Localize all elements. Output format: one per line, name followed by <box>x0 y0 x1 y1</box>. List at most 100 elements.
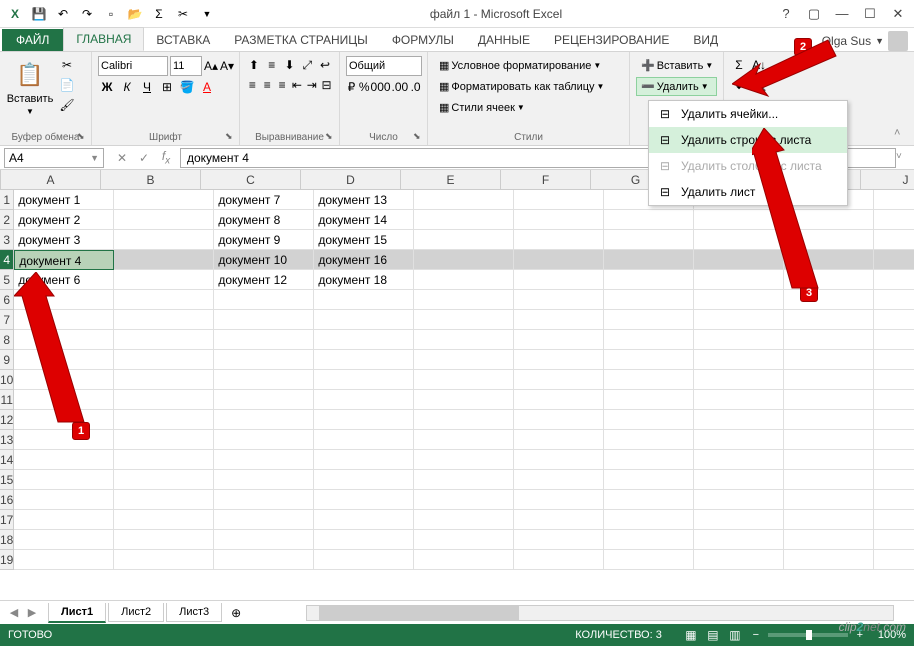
cell[interactable] <box>874 510 914 530</box>
merge-icon[interactable]: ⊟ <box>320 76 333 94</box>
cell[interactable] <box>514 350 604 370</box>
cell[interactable] <box>314 530 414 550</box>
cell[interactable] <box>214 430 314 450</box>
cell[interactable] <box>414 190 514 210</box>
sheet-tab[interactable]: Лист2 <box>108 603 164 622</box>
decrease-indent-icon[interactable]: ⇤ <box>290 76 303 94</box>
cell[interactable] <box>114 290 214 310</box>
cell[interactable]: документ 1 <box>14 190 114 210</box>
row-header[interactable]: 7 <box>0 310 14 330</box>
cells-area[interactable]: документ 1документ 7документ 13документ … <box>14 190 914 570</box>
cell[interactable] <box>14 450 114 470</box>
redo-icon[interactable]: ↷ <box>76 3 98 25</box>
column-header[interactable]: C <box>201 170 301 189</box>
cell[interactable] <box>874 430 914 450</box>
tab-formulas[interactable]: ФОРМУЛЫ <box>380 29 466 51</box>
cell[interactable] <box>414 410 514 430</box>
close-icon[interactable]: ✕ <box>886 4 910 24</box>
sum-icon[interactable]: Σ <box>148 3 170 25</box>
delete-cells-item[interactable]: ⊟ Удалить ячейки... <box>649 101 847 127</box>
cell[interactable] <box>604 310 694 330</box>
cell[interactable] <box>314 290 414 310</box>
column-header[interactable]: J <box>861 170 914 189</box>
row-header[interactable]: 14 <box>0 450 14 470</box>
cell[interactable] <box>114 410 214 430</box>
cell[interactable] <box>214 550 314 570</box>
name-box[interactable]: A4 ▼ <box>4 148 104 168</box>
autosum-icon[interactable]: Σ <box>730 56 748 74</box>
cell[interactable] <box>514 290 604 310</box>
cell[interactable] <box>604 410 694 430</box>
cell[interactable] <box>604 270 694 290</box>
cell[interactable] <box>604 370 694 390</box>
decrease-font-icon[interactable]: A▾ <box>220 57 234 75</box>
cell[interactable] <box>784 410 874 430</box>
tab-home[interactable]: ГЛАВНАЯ <box>63 27 144 51</box>
cell[interactable] <box>214 470 314 490</box>
cell[interactable] <box>874 410 914 430</box>
cell[interactable] <box>114 250 214 270</box>
copy-icon[interactable]: 📄 <box>58 76 76 94</box>
row-header[interactable]: 9 <box>0 350 14 370</box>
undo-icon[interactable]: ↶ <box>52 3 74 25</box>
cell[interactable] <box>514 510 604 530</box>
cell[interactable] <box>414 270 514 290</box>
dialog-launcher-icon[interactable]: ⬊ <box>77 131 89 143</box>
cell[interactable] <box>784 390 874 410</box>
cell[interactable] <box>314 390 414 410</box>
row-header[interactable]: 4 <box>0 250 14 270</box>
cell[interactable]: документ 7 <box>214 190 314 210</box>
cell[interactable]: документ 9 <box>214 230 314 250</box>
row-header[interactable]: 10 <box>0 370 14 390</box>
cell[interactable] <box>14 350 114 370</box>
delete-sheet-item[interactable]: ⊟ Удалить лист <box>649 179 847 205</box>
cell[interactable] <box>114 550 214 570</box>
view-page-layout-icon[interactable]: ▤ <box>704 626 722 644</box>
tab-review[interactable]: РЕЦЕНЗИРОВАНИЕ <box>542 29 681 51</box>
cell[interactable] <box>414 390 514 410</box>
font-color-icon[interactable]: A <box>198 78 216 96</box>
sheet-tab[interactable]: Лист3 <box>166 603 222 622</box>
column-header[interactable]: E <box>401 170 501 189</box>
cell[interactable] <box>14 290 114 310</box>
cell[interactable] <box>114 190 214 210</box>
column-header[interactable]: D <box>301 170 401 189</box>
cell[interactable] <box>514 310 604 330</box>
cell[interactable] <box>214 530 314 550</box>
format-painter-icon[interactable]: 🖌 <box>58 96 76 114</box>
cell[interactable] <box>694 270 784 290</box>
cell[interactable] <box>114 450 214 470</box>
cell[interactable] <box>414 310 514 330</box>
collapse-ribbon-icon[interactable]: ˄ <box>894 127 908 141</box>
cell[interactable] <box>514 530 604 550</box>
user-account[interactable]: Olga Sus ▼ <box>822 31 914 51</box>
cell[interactable]: документ 15 <box>314 230 414 250</box>
cell[interactable] <box>694 550 784 570</box>
cell[interactable] <box>874 530 914 550</box>
cell[interactable] <box>214 350 314 370</box>
cell[interactable] <box>874 190 914 210</box>
row-header[interactable]: 8 <box>0 330 14 350</box>
cell[interactable] <box>314 430 414 450</box>
cell[interactable] <box>604 330 694 350</box>
row-header[interactable]: 18 <box>0 530 14 550</box>
cell[interactable] <box>114 210 214 230</box>
row-header[interactable]: 17 <box>0 510 14 530</box>
cell[interactable] <box>214 490 314 510</box>
cell[interactable] <box>414 430 514 450</box>
align-left-icon[interactable]: ≡ <box>246 76 259 94</box>
cell[interactable] <box>604 350 694 370</box>
row-header[interactable]: 12 <box>0 410 14 430</box>
cell[interactable] <box>604 490 694 510</box>
find-icon[interactable]: 🔍 <box>750 76 768 94</box>
cell[interactable] <box>114 350 214 370</box>
cell[interactable] <box>604 290 694 310</box>
delete-sheet-rows-item[interactable]: ⊟ Удалить строки с листа <box>649 127 847 153</box>
cell[interactable] <box>514 270 604 290</box>
cell[interactable] <box>314 550 414 570</box>
cell[interactable] <box>314 410 414 430</box>
cell[interactable] <box>514 250 604 270</box>
sheet-nav-next-icon[interactable]: ▶ <box>24 605 40 621</box>
cell[interactable] <box>114 430 214 450</box>
cell[interactable] <box>414 290 514 310</box>
